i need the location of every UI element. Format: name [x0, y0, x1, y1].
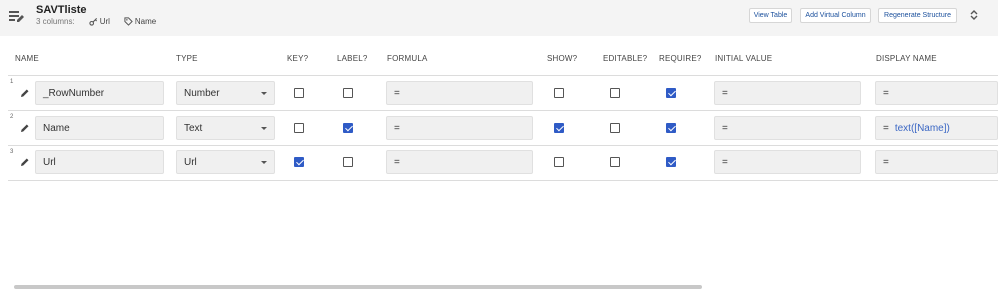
pencil-icon[interactable] — [20, 123, 30, 133]
row-divider — [8, 180, 998, 181]
show-checkbox[interactable] — [554, 157, 564, 167]
tag-icon — [124, 17, 133, 26]
initial-equals: = — [722, 87, 728, 99]
add-virtual-column-button[interactable]: Add Virtual Column — [800, 8, 871, 23]
require-checkbox[interactable] — [666, 123, 676, 133]
pencil-icon[interactable] — [20, 157, 30, 167]
col-header-formula: FORMULA — [387, 54, 428, 63]
label-column-name: Name — [134, 17, 157, 26]
key-column-name: Url — [99, 17, 110, 26]
display-equals: = — [883, 87, 889, 99]
initial-equals: = — [722, 156, 728, 168]
row-divider — [8, 145, 998, 146]
display-name-input[interactable]: = — [875, 150, 998, 174]
formula-input[interactable]: = — [386, 150, 533, 174]
pencil-icon[interactable] — [20, 88, 30, 98]
show-checkbox[interactable] — [554, 88, 564, 98]
col-header-show: SHOW? — [547, 54, 578, 63]
expand-collapse-icon[interactable] — [968, 9, 980, 21]
column-type-select[interactable]: Number — [176, 81, 275, 105]
col-header-key: KEY? — [287, 54, 309, 63]
show-checkbox[interactable] — [554, 123, 564, 133]
table-header-bar: SAVTliste 3 columns: Url Name View Table… — [0, 0, 998, 36]
type-value: Number — [184, 87, 220, 99]
initial-value-input[interactable]: = — [714, 81, 861, 105]
formula-input[interactable]: = — [386, 81, 533, 105]
column-name-input[interactable]: _RowNumber — [35, 81, 164, 105]
display-equals: = — [883, 156, 889, 168]
column-type-select[interactable]: Url — [176, 150, 275, 174]
initial-value-input[interactable]: = — [714, 116, 861, 140]
table-meta: 3 columns: Url Name — [36, 17, 156, 26]
editable-checkbox[interactable] — [610, 123, 620, 133]
col-header-name: NAME — [15, 54, 39, 63]
column-name-input[interactable]: Url — [35, 150, 164, 174]
col-header-label: LABEL? — [337, 54, 368, 63]
type-value: Url — [184, 156, 197, 168]
formula-input[interactable]: = — [386, 116, 533, 140]
label-checkbox[interactable] — [343, 88, 353, 98]
col-header-display-name: DISPLAY NAME — [876, 54, 937, 63]
column-name-input[interactable]: Name — [35, 116, 164, 140]
chevron-down-icon — [261, 127, 267, 130]
display-name-input[interactable]: = — [875, 81, 998, 105]
formula-equals: = — [394, 122, 400, 134]
row-divider — [8, 110, 998, 111]
table-edit-icon — [9, 11, 24, 22]
type-value: Text — [184, 122, 203, 134]
col-header-editable: EDITABLE? — [603, 54, 648, 63]
initial-value-input[interactable]: = — [714, 150, 861, 174]
formula-equals: = — [394, 156, 400, 168]
initial-equals: = — [722, 122, 728, 134]
row-number: 1 — [10, 79, 14, 85]
view-table-button[interactable]: View Table — [749, 8, 792, 23]
editable-checkbox[interactable] — [610, 88, 620, 98]
page-title: SAVTliste — [36, 4, 87, 16]
header-divider — [8, 75, 998, 76]
display-equals: = — [883, 122, 889, 134]
column-type-select[interactable]: Text — [176, 116, 275, 140]
row-number: 2 — [10, 114, 14, 120]
display-name-value: text([Name]) — [894, 122, 950, 134]
require-checkbox[interactable] — [666, 157, 676, 167]
label-checkbox[interactable] — [343, 123, 353, 133]
col-header-require: REQUIRE? — [659, 54, 702, 63]
row-number: 3 — [10, 149, 14, 155]
label-checkbox[interactable] — [343, 157, 353, 167]
require-checkbox[interactable] — [666, 88, 676, 98]
key-checkbox[interactable] — [294, 157, 304, 167]
col-header-type: TYPE — [176, 54, 198, 63]
label-indicator: Name — [124, 17, 156, 26]
columns-count: 3 columns: — [36, 17, 75, 26]
key-checkbox[interactable] — [294, 88, 304, 98]
key-checkbox[interactable] — [294, 123, 304, 133]
horizontal-scrollbar[interactable] — [14, 285, 702, 289]
chevron-down-icon — [261, 92, 267, 95]
editable-checkbox[interactable] — [610, 157, 620, 167]
key-indicator: Url — [89, 17, 110, 26]
col-header-initial-value: INITIAL VALUE — [715, 54, 773, 63]
key-icon — [89, 17, 97, 26]
formula-equals: = — [394, 87, 400, 99]
chevron-down-icon — [261, 161, 267, 164]
regenerate-structure-button[interactable]: Regenerate Structure — [878, 8, 957, 23]
display-name-input[interactable]: = text([Name]) — [875, 116, 998, 140]
